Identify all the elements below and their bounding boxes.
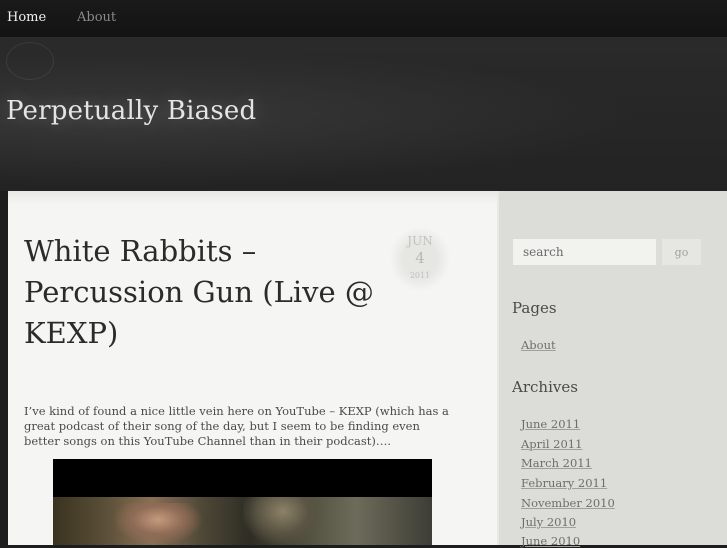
archive-link[interactable]: July 2010 xyxy=(521,515,576,529)
search-form: go xyxy=(513,239,701,265)
search-input[interactable] xyxy=(513,239,656,265)
pages-link-about[interactable]: About xyxy=(521,338,556,352)
nav-about-link[interactable]: About xyxy=(77,10,116,25)
archive-link[interactable]: June 2011 xyxy=(521,417,580,431)
archive-link[interactable]: June 2010 xyxy=(521,534,580,548)
post-date-month: JUN xyxy=(407,234,433,248)
archives-widget-title: Archives xyxy=(512,378,578,396)
site-title[interactable]: Perpetually Biased xyxy=(6,96,256,126)
pages-widget-title: Pages xyxy=(512,299,557,317)
post-date-badge: JUN 4 2011 xyxy=(390,227,450,291)
search-go-button[interactable]: go xyxy=(662,239,701,265)
nav-home-link[interactable]: Home xyxy=(7,10,46,25)
decorative-swirl xyxy=(6,42,54,80)
archive-link[interactable]: April 2011 xyxy=(521,437,582,451)
top-navigation: Home About xyxy=(0,0,727,38)
archive-link[interactable]: November 2010 xyxy=(521,496,615,510)
site-header: Perpetually Biased xyxy=(0,38,727,191)
archive-link[interactable]: March 2011 xyxy=(521,456,592,470)
archive-link[interactable]: February 2011 xyxy=(521,476,607,490)
video-embed[interactable] xyxy=(53,459,432,545)
sidebar: go Pages About Archives June 2011 April … xyxy=(497,191,727,548)
video-thumbnail[interactable] xyxy=(53,497,432,545)
main-content: White Rabbits – Percussion Gun (Live @ K… xyxy=(8,191,497,545)
post-date-year: 2011 xyxy=(409,271,431,280)
post-date-day: 4 xyxy=(415,249,425,267)
post-title[interactable]: White Rabbits – Percussion Gun (Live @ K… xyxy=(24,231,374,354)
post-excerpt: I’ve kind of found a nice little vein he… xyxy=(24,404,449,448)
